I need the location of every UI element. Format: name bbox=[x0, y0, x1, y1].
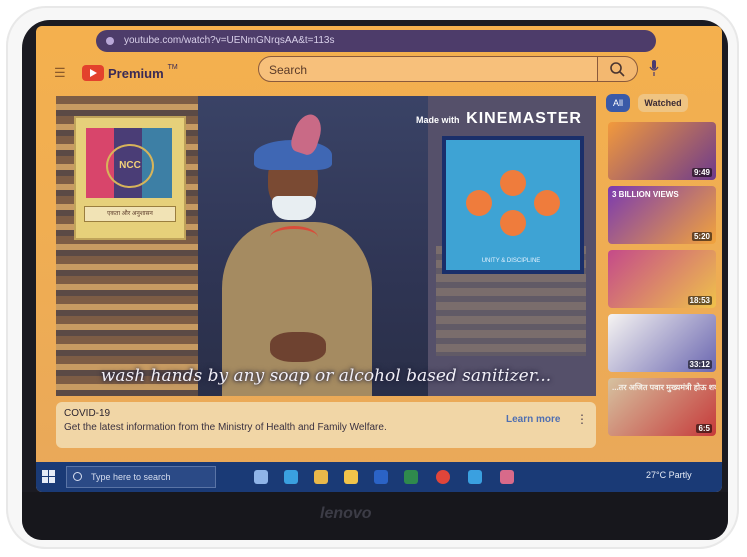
uniform-lanyard bbox=[270, 226, 318, 249]
lock-icon bbox=[106, 37, 114, 45]
flag-banner: एकता और अनुशासन bbox=[84, 206, 176, 222]
excel-icon[interactable] bbox=[404, 470, 418, 484]
watermark-prefix: Made with bbox=[416, 115, 460, 125]
thumbnail-overlay-text: ...तर अजित पवार मुख्यमंत्री होऊ शकतील bbox=[612, 383, 716, 392]
weather-widget[interactable]: 27°C Partly bbox=[646, 470, 692, 480]
covid-info-card: COVID-19 Get the latest information from… bbox=[56, 402, 596, 448]
file-explorer-icon[interactable] bbox=[344, 470, 358, 484]
calendar-icon[interactable] bbox=[314, 470, 328, 484]
learn-more-link[interactable]: Learn more bbox=[506, 414, 560, 425]
poster-caption: UNITY & DISCIPLINE bbox=[481, 258, 541, 264]
video-duration: 18:53 bbox=[687, 296, 712, 305]
laptop-screen: youtube.com/watch?v=UENmGNrqsAA&t=113s ☰… bbox=[36, 26, 722, 492]
laptop-chin bbox=[22, 492, 728, 540]
chip-all[interactable]: All bbox=[606, 94, 630, 112]
video-duration: 6:5 bbox=[696, 424, 712, 433]
premium-label: Premium bbox=[108, 65, 164, 81]
youtube-play-icon bbox=[82, 65, 104, 81]
youtube-premium-logo[interactable]: Premium TM bbox=[82, 62, 178, 84]
task-view-icon[interactable] bbox=[254, 470, 268, 484]
windows-start-icon[interactable] bbox=[42, 470, 56, 484]
ncc-emblem: NCC bbox=[106, 144, 154, 188]
watermark-brand: KINEMASTER bbox=[466, 110, 582, 127]
search-button[interactable] bbox=[598, 56, 638, 82]
ncc-flag: NCC एकता और अनुशासन bbox=[74, 116, 186, 240]
sidebar-video-thumbnail[interactable]: 18:53 bbox=[608, 250, 716, 308]
lenovo-logo: lenovo bbox=[320, 505, 372, 522]
video-duration: 33:12 bbox=[687, 360, 712, 369]
mail-icon[interactable] bbox=[468, 470, 482, 484]
microphone-icon[interactable] bbox=[649, 60, 659, 76]
info-title: COVID-19 bbox=[64, 408, 111, 419]
chrome-icon[interactable] bbox=[436, 470, 450, 484]
face-mask bbox=[272, 196, 316, 220]
kinemaster-watermark: Made with KINEMASTER bbox=[416, 110, 582, 128]
sidebar-video-thumbnail[interactable]: 33:12 bbox=[608, 314, 716, 372]
search-icon bbox=[610, 62, 625, 77]
folded-hands bbox=[270, 332, 326, 362]
url-text: youtube.com/watch?v=UENmGNrqsAA&t=113s bbox=[124, 35, 335, 46]
menu-icon[interactable]: ☰ bbox=[54, 66, 68, 79]
video-duration: 5:20 bbox=[691, 232, 712, 241]
trademark-label: TM bbox=[167, 63, 178, 71]
taskbar-search-placeholder: Type here to search bbox=[91, 472, 171, 482]
taskbar-search-box[interactable]: Type here to search bbox=[66, 466, 216, 488]
windows-taskbar: Type here to search 27°C Partly bbox=[36, 462, 722, 492]
address-bar[interactable]: youtube.com/watch?v=UENmGNrqsAA&t=113s bbox=[96, 30, 656, 52]
search-icon bbox=[73, 472, 82, 481]
edge-browser-icon[interactable] bbox=[284, 470, 298, 484]
ncc-poster: UNITY & DISCIPLINE bbox=[442, 136, 584, 274]
vertical-dots-icon[interactable]: ⋮ bbox=[576, 412, 588, 426]
sidebar-video-thumbnail[interactable]: 9:49 bbox=[608, 122, 716, 180]
search-input[interactable]: Search bbox=[258, 56, 598, 82]
thumbnail-overlay-text: 3 BILLION VIEWS bbox=[612, 190, 679, 199]
chip-watched[interactable]: Watched bbox=[638, 94, 688, 112]
video-player[interactable]: NCC एकता और अनुशासन UNITY & DISCIPLINE M… bbox=[56, 96, 596, 396]
video-duration: 9:49 bbox=[691, 168, 712, 177]
sidebar-video-thumbnail[interactable]: ...तर अजित पवार मुख्यमंत्री होऊ शकतील 6:… bbox=[608, 378, 716, 436]
word-icon[interactable] bbox=[374, 470, 388, 484]
info-text: Get the latest information from the Mini… bbox=[64, 422, 387, 433]
sidebar-video-thumbnail[interactable]: 3 BILLION VIEWS 5:20 bbox=[608, 186, 716, 244]
photos-icon[interactable] bbox=[500, 470, 514, 484]
video-subtitle: wash hands by any soap or alcohol based … bbox=[100, 366, 552, 386]
